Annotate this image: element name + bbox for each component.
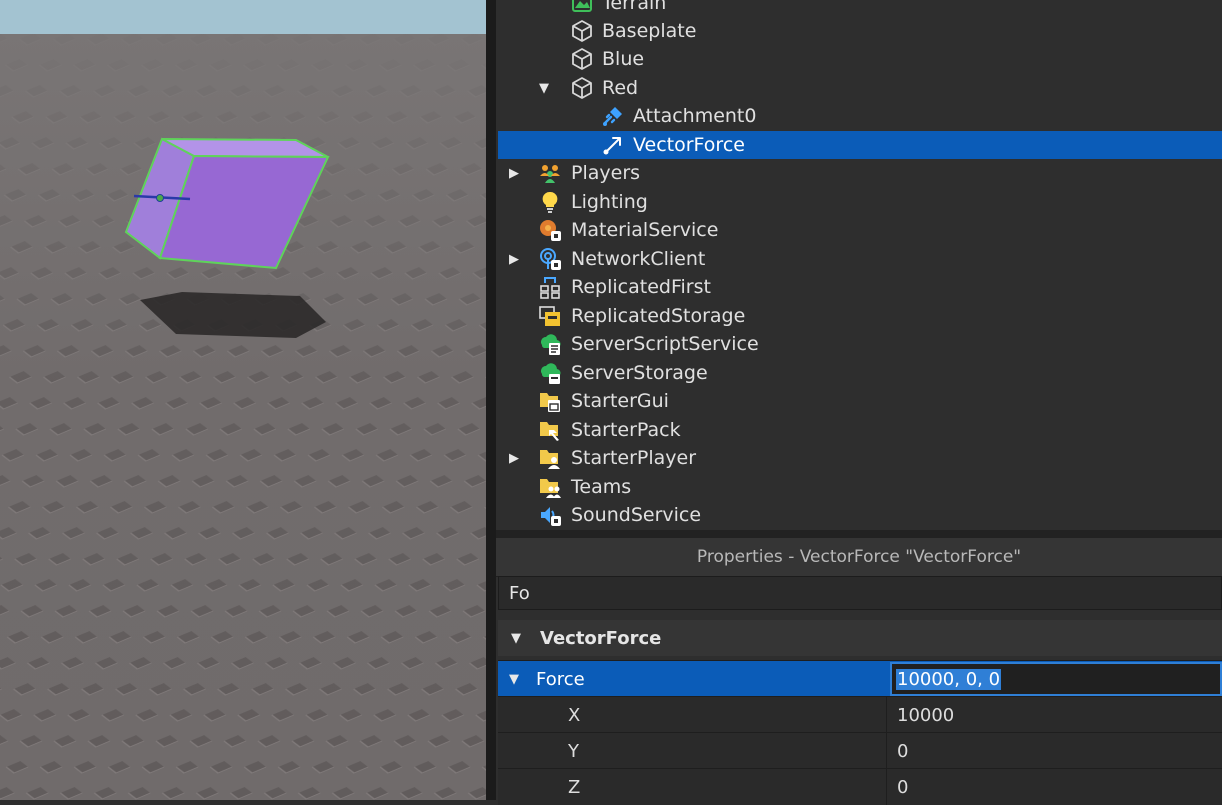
tree-item-starterplayer[interactable]: ▶ StarterPlayer [498,444,1222,472]
expand-right-icon[interactable]: ▶ [506,251,522,267]
properties-title: Properties - VectorForce "VectorForce" [496,538,1222,577]
tree-item-lighting[interactable]: Lighting [498,188,1222,216]
teams-icon [540,479,561,498]
starter-gui-icon [540,393,560,412]
tree-item-label: Attachment0 [633,105,757,127]
attachment-marker [156,194,164,202]
tree-item-label: Baseplate [602,20,697,42]
property-row-force[interactable]: ▼ Force 10000, 0, 0 [498,660,1222,697]
tree-item-label: ReplicatedStorage [571,305,746,327]
category-header-vectorforce[interactable]: ▼ VectorForce [498,620,1222,656]
network-client-icon [540,248,561,270]
scene-graphic [0,0,486,800]
tree-item-soundservice[interactable]: SoundService [498,501,1222,529]
property-value-y[interactable]: 0 [886,733,1222,769]
tree-item-startergui[interactable]: StarterGui [498,387,1222,415]
replicated-storage-icon [539,306,560,326]
expand-down-icon[interactable]: ▼ [536,80,552,96]
tree-item-label: ReplicatedFirst [571,276,711,298]
tree-item-baseplate[interactable]: Baseplate [498,17,1222,45]
expand-right-icon[interactable]: ▶ [506,165,522,181]
tree-item-networkclient[interactable]: ▶ NetworkClient [498,245,1222,273]
property-value-x[interactable]: 10000 [886,697,1222,733]
panel-splitter[interactable] [496,530,1222,538]
force-value-input[interactable]: 10000, 0, 0 [890,662,1222,696]
tree-item-serverstorage[interactable]: ServerStorage [498,359,1222,387]
sky [0,0,486,34]
tree-item-teams[interactable]: Teams [498,473,1222,501]
tree-item-label: VectorForce [633,134,745,156]
tree-item-materialservice[interactable]: MaterialService [498,216,1222,244]
tree-item-label: SoundService [571,504,702,526]
property-name: Y [568,740,579,762]
part-icon [572,48,592,70]
tree-item-serverscriptservice[interactable]: ServerScriptService [498,330,1222,358]
tree-item-label: StarterGui [571,390,669,412]
tree-item-label: NetworkClient [571,248,706,270]
players-icon [540,165,560,183]
starter-player-icon [540,450,560,469]
value-text: 0 [897,776,909,798]
tree-item-label: StarterPack [571,419,681,441]
tree-item-starterpack[interactable]: StarterPack [498,416,1222,444]
collapse-down-icon[interactable]: ▼ [506,671,522,687]
tree-item-label: Blue [602,48,645,70]
part-icon [572,20,592,42]
tree-item-replicatedstorage[interactable]: ReplicatedStorage [498,302,1222,330]
tree-item-label: MaterialService [571,219,719,241]
tree-item-players[interactable]: ▶ Players [498,159,1222,187]
tree-item-blue[interactable]: Blue [498,45,1222,73]
property-name: Force [536,668,585,690]
server-storage-icon [541,363,561,384]
tree-item-label: Players [571,162,641,184]
explorer-panel: Terrain Baseplate Blue ▼ Red Attachment0 [496,0,1222,530]
tree-item-label: Terrain [602,0,667,14]
category-label: VectorForce [540,627,662,649]
property-row-x[interactable]: X 10000 [498,696,1222,733]
panel-divider[interactable] [486,0,496,800]
collapse-down-icon[interactable]: ▼ [508,630,524,646]
tree-item-label: Teams [571,476,632,498]
3d-viewport[interactable] [0,0,486,800]
tree-item-label: StarterPlayer [571,447,697,469]
force-value-text: 10000, 0, 0 [896,668,1002,690]
tree-item-terrain[interactable]: Terrain [498,0,1222,17]
attachment-icon [603,107,622,126]
tree-item-label: ServerScriptService [571,333,759,355]
property-filter-input[interactable]: Fo [498,576,1222,610]
tree-item-attachment0[interactable]: Attachment0 [498,102,1222,130]
properties-panel: Properties - VectorForce "VectorForce" F… [496,538,1222,805]
part-icon [572,77,592,99]
value-text: 0 [897,740,909,762]
lighting-icon [542,191,558,213]
sound-service-icon [541,507,561,526]
property-name: X [568,704,581,726]
server-script-service-icon [541,334,561,355]
tree-item-label: Red [602,77,639,99]
value-text: 10000 [897,704,955,726]
expand-right-icon[interactable]: ▶ [506,450,522,466]
material-service-icon [540,220,561,241]
tree-item-label: Lighting [571,191,648,213]
property-row-y[interactable]: Y 0 [498,732,1222,769]
tree-item-replicatedfirst[interactable]: ReplicatedFirst [498,273,1222,301]
filter-text: Fo [509,582,530,604]
tree-item-label: ServerStorage [571,362,708,384]
starter-pack-icon [540,422,559,441]
vectorforce-icon [603,137,621,155]
terrain-icon [572,0,592,12]
replicated-first-icon [540,277,560,299]
tree-item-red[interactable]: ▼ Red [498,74,1222,102]
property-row-z[interactable]: Z 0 [498,768,1222,805]
tree-item-vectorforce[interactable]: VectorForce [498,131,1222,159]
